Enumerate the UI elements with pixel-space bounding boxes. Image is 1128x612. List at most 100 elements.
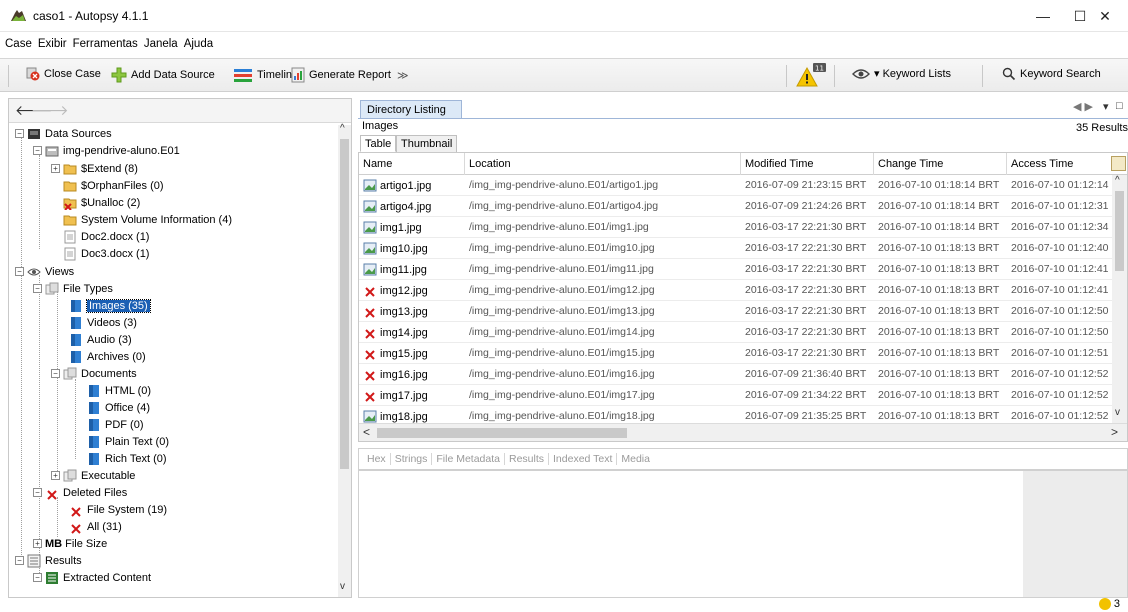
tree-node-data-sources[interactable]: − Data Sources [15,125,112,142]
back-arrow-icon[interactable]: 🡐 [15,102,53,118]
scroll-up-icon[interactable]: ^ [340,123,345,134]
collapse-toggle-icon[interactable]: − [51,369,60,378]
tab-results[interactable]: Results [505,453,550,465]
forward-arrow-icon[interactable]: 🡒 [31,102,69,118]
menu-ajuda[interactable]: Ajuda [183,38,214,56]
tree-node-extend[interactable]: + $Extend (8) [51,160,138,177]
menu-case[interactable]: Case [4,38,33,56]
collapse-toggle-icon[interactable]: − [15,267,24,276]
column-header-access[interactable]: Access Time [1007,153,1113,175]
tree-node-file-types[interactable]: − File Types [33,280,113,297]
tree-node-documents[interactable]: − Documents [51,365,137,382]
tree-node-html[interactable]: HTML (0) [87,382,151,399]
tree-node-results[interactable]: − Results [15,552,82,569]
tree-guide [39,155,40,249]
column-header-name[interactable]: Name [359,153,465,175]
menu-ferramentas[interactable]: Ferramentas [72,38,139,56]
scrollbar-thumb[interactable] [377,428,627,438]
scroll-right-icon[interactable]: > [1111,425,1118,439]
scroll-left-icon[interactable]: < [363,425,370,439]
tree-node-audio[interactable]: Audio (3) [69,331,132,348]
scrollbar-thumb[interactable] [1115,191,1124,271]
tree-node-videos[interactable]: Videos (3) [69,314,137,331]
table-vertical-scrollbar[interactable]: ^ v [1112,175,1127,423]
tab-thumbnail[interactable]: Thumbnail [396,135,458,152]
status-notifications[interactable]: 3 [1098,598,1120,610]
tab-maximize-icon[interactable]: □ [1116,100,1123,112]
cell-location: /img_img-pendrive-aluno.E01/img10.jpg [469,242,655,254]
expand-toggle-icon[interactable]: + [33,539,42,548]
table-row[interactable]: img11.jpg/img_img-pendrive-aluno.E01/img… [359,259,1113,280]
tree-node-unalloc[interactable]: $Unalloc (2) [63,194,140,211]
table-row[interactable]: img16.jpg/img_img-pendrive-aluno.E01/img… [359,364,1113,385]
tree-nav-bar: 🡐 🡒 [9,99,351,123]
table-row[interactable]: img1.jpg/img_img-pendrive-aluno.E01/img1… [359,217,1113,238]
collapse-toggle-icon[interactable]: − [15,556,24,565]
tab-directory-listing[interactable]: Directory Listing [360,100,462,119]
tab-indexed-text[interactable]: Indexed Text [549,453,618,465]
scroll-down-icon[interactable]: v [1115,407,1120,418]
ingest-alert-button[interactable]: 11 [795,62,827,88]
table-row[interactable]: img14.jpg/img_img-pendrive-aluno.E01/img… [359,322,1113,343]
scroll-down-icon[interactable]: v [340,581,345,592]
tab-strings[interactable]: Strings [391,453,433,465]
timeline-button[interactable]: Timeline [233,67,298,83]
table-horizontal-scrollbar[interactable]: < > [359,423,1127,441]
table-row[interactable]: img13.jpg/img_img-pendrive-aluno.E01/img… [359,301,1113,322]
table-row[interactable]: artigo1.jpg/img_img-pendrive-aluno.E01/a… [359,175,1113,196]
generate-report-button[interactable]: Generate Report ≫ [291,67,408,83]
collapse-toggle-icon[interactable]: − [15,129,24,138]
tree-scrollbar[interactable]: ^ v [338,123,351,597]
expand-toggle-icon[interactable]: + [51,164,60,173]
table-row[interactable]: img17.jpg/img_img-pendrive-aluno.E01/img… [359,385,1113,406]
tab-hex[interactable]: Hex [363,453,391,465]
collapse-toggle-icon[interactable]: − [33,146,42,155]
tree-node-executable[interactable]: + Executable [51,467,135,484]
tab-file-metadata[interactable]: File Metadata [432,453,505,465]
table-row[interactable]: img15.jpg/img_img-pendrive-aluno.E01/img… [359,343,1113,364]
tree-node-orphan[interactable]: $OrphanFiles (0) [63,177,164,194]
scroll-up-icon[interactable]: ^ [1115,175,1120,186]
tree-node-images[interactable]: Images (35) [69,297,151,314]
close-button[interactable]: ✕ [1082,0,1128,32]
tree-node-extracted-content[interactable]: − Extracted Content [33,569,151,586]
menu-janela[interactable]: Janela [143,38,179,56]
column-header-modified[interactable]: Modified Time [741,153,874,175]
table-row[interactable]: artigo4.jpg/img_img-pendrive-aluno.E01/a… [359,196,1113,217]
toolbar-overflow-chevron[interactable]: ≫ [397,69,409,82]
tree-node-plain-text[interactable]: Plain Text (0) [87,433,169,450]
tree-node-office[interactable]: Office (4) [87,399,150,416]
tree-node-rich-text[interactable]: Rich Text (0) [87,450,167,467]
add-data-source-button[interactable]: Add Data Source [111,67,215,83]
tree-node-image[interactable]: − img-pendrive-aluno.E01 [33,142,180,159]
tree-node-pdf[interactable]: PDF (0) [87,416,144,433]
column-header-location[interactable]: Location [465,153,741,175]
table-row[interactable]: img10.jpg/img_img-pendrive-aluno.E01/img… [359,238,1113,259]
tree-node-doc2[interactable]: Doc2.docx (1) [63,228,149,245]
tree-node-views[interactable]: − Views [15,263,74,280]
tree-node-file-size[interactable]: + MB File Size [33,535,107,552]
cell-name: img16.jpg [359,364,465,385]
tree-node-file-system[interactable]: File System (19) [69,501,167,518]
expand-toggle-icon[interactable]: + [51,471,60,480]
table-row[interactable]: img12.jpg/img_img-pendrive-aluno.E01/img… [359,280,1113,301]
tree-node-svi[interactable]: System Volume Information (4) [63,211,232,228]
keyword-lists-button[interactable]: ▾ Keyword Lists [852,67,951,80]
collapse-toggle-icon[interactable]: − [33,573,42,582]
tab-menu-chevron-icon[interactable]: ▾ [1103,100,1109,113]
tree-node-archives[interactable]: Archives (0) [69,348,146,365]
menu-exibir[interactable]: Exibir [37,38,68,56]
collapse-toggle-icon[interactable]: − [33,284,42,293]
collapse-toggle-icon[interactable]: − [33,488,42,497]
keyword-search-button[interactable]: Keyword Search [1002,67,1101,81]
column-header-change[interactable]: Change Time [874,153,1007,175]
tab-nav-arrows-icon[interactable]: ◀ ▶ [1073,100,1093,113]
tree-node-doc3[interactable]: Doc3.docx (1) [63,245,149,262]
column-chooser-icon[interactable] [1111,156,1126,171]
tab-media[interactable]: Media [617,453,654,465]
close-case-button[interactable]: Close Case [26,67,101,81]
tree-node-all-deleted[interactable]: All (31) [69,518,122,535]
tab-table[interactable]: Table [360,135,397,152]
scrollbar-thumb[interactable] [340,139,349,469]
tree-node-deleted-files[interactable]: − Deleted Files [33,484,127,501]
